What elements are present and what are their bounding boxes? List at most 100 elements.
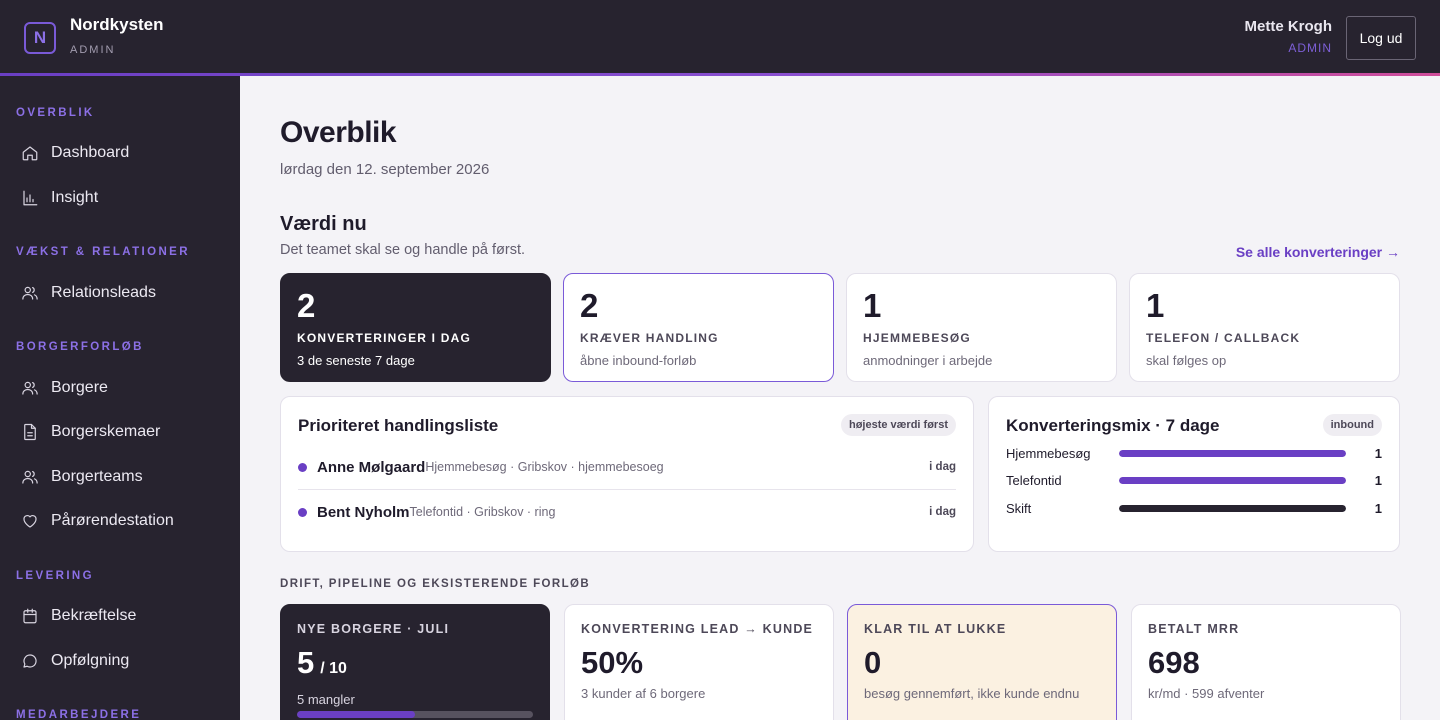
progress-bar-track	[297, 711, 533, 718]
priority-name: Bent Nyholm	[317, 503, 410, 521]
ops-label: KONVERTERING LEAD → KUNDE	[581, 622, 814, 636]
brand-name: Nordkysten	[70, 15, 164, 34]
sidebar-item-label: Relationsleads	[51, 284, 156, 301]
user-name: Mette Krogh	[1244, 18, 1333, 35]
mix-label: Hjemmebesøg	[1006, 446, 1091, 461]
ops-card-ready-to-close[interactable]: KLAR TIL AT LUKKE 0 besøg gennemført, ik…	[847, 604, 1117, 720]
bar-chart-icon	[21, 189, 39, 207]
sidebar-section-levering: LEVERING	[16, 570, 94, 582]
see-all-conversions-link[interactable]: Se alle konverteringer →	[1236, 244, 1400, 260]
ops-card-conversion-rate[interactable]: KONVERTERING LEAD → KUNDE 50% 3 kunder a…	[564, 604, 834, 720]
ops-subtext: besøg gennemført, ikke kunde endnu	[864, 686, 1080, 701]
ops-subtext: kr/md · 599 afventer	[1148, 686, 1265, 701]
ops-value: 50%	[581, 645, 644, 680]
sidebar-item-borgerskemaer[interactable]: Borgerskemaer	[16, 414, 224, 450]
mix-value: 1	[1374, 473, 1382, 488]
ops-value: 5	[297, 645, 315, 680]
mix-row: Skift 1	[1006, 499, 1382, 519]
sidebar-item-label: Borgerskemaer	[51, 423, 161, 440]
brand-role: ADMIN	[70, 44, 116, 56]
mix-bar-track	[1119, 505, 1346, 512]
chat-bubble-icon	[21, 652, 39, 670]
status-dot	[298, 507, 307, 517]
calendar-icon	[21, 607, 39, 625]
mix-value: 1	[1374, 501, 1382, 516]
sidebar-item-label: Borgerteams	[51, 468, 143, 485]
conversion-mix-badge: inbound	[1322, 414, 1382, 436]
mix-row: Telefontid 1	[1006, 471, 1382, 491]
ops-subtext: 3 kunder af 6 borgere	[581, 686, 706, 701]
priority-list-panel: Prioriteret handlingsliste højeste værdi…	[280, 396, 974, 552]
priority-meta: Telefontid · Gribskov · ring	[409, 505, 556, 519]
priority-list-title: Prioriteret handlingsliste	[298, 416, 499, 435]
logout-button[interactable]: Log ud	[1346, 16, 1416, 60]
main-content: Overblik lørdag den 12. september 2026 V…	[240, 76, 1440, 720]
sidebar-item-label: Insight	[51, 189, 99, 206]
user-role: ADMIN	[1288, 41, 1332, 55]
users-icon	[21, 468, 39, 486]
sidebar-item-bekraeftelse[interactable]: Bekræftelse	[16, 598, 224, 634]
logo[interactable]: N	[24, 22, 56, 54]
sidebar-section-overblik: OVERBLIK	[16, 107, 95, 119]
kpi-subtext: 3 de seneste 7 dage	[297, 353, 415, 368]
kpi-card-phone-callback[interactable]: 1 TELEFON / CALLBACK skal følges op	[1129, 273, 1400, 382]
kpi-value: 1	[1146, 287, 1165, 324]
priority-meta: Hjemmebesøg · Gribskov · hjemmebesoeg	[425, 460, 664, 474]
progress-bar-fill	[297, 711, 415, 718]
ops-suffix: / 10	[320, 660, 347, 677]
mix-bar-track	[1119, 450, 1346, 457]
sidebar-section-borgerforloeb: BORGERFORLØB	[16, 341, 144, 353]
priority-due: i dag	[929, 461, 956, 473]
sidebar-item-label: Dashboard	[51, 144, 130, 161]
kpi-card-conversions-today[interactable]: 2 KONVERTERINGER I DAG 3 de seneste 7 da…	[280, 273, 551, 382]
priority-sort-badge: højeste værdi først	[840, 414, 956, 436]
kpi-subtext: åbne inbound-forløb	[580, 353, 697, 368]
status-dot	[298, 462, 307, 472]
ops-label: BETALT MRR	[1148, 622, 1240, 636]
page-date: lørdag den 12. september 2026	[280, 161, 490, 178]
sidebar-item-dashboard[interactable]: Dashboard	[16, 135, 224, 171]
kpi-label: TELEFON / CALLBACK	[1146, 331, 1301, 345]
kpi-subtext: skal følges op	[1146, 353, 1227, 368]
sidebar-item-paaroerendestation[interactable]: Pårørendestation	[16, 503, 224, 539]
ops-card-new-citizens[interactable]: NYE BORGERE · JULI 5 / 10 5 mangler	[280, 604, 550, 720]
kpi-value: 2	[297, 287, 316, 324]
sidebar-item-insight[interactable]: Insight	[16, 180, 224, 216]
sidebar-section-vaekst: VÆKST & RELATIONER	[16, 246, 190, 258]
sidebar-item-label: Opfølgning	[51, 652, 130, 669]
mix-bar-fill	[1119, 450, 1346, 457]
mix-value: 1	[1374, 446, 1382, 461]
sidebar: OVERBLIK Dashboard Insight VÆKST & RELAT…	[0, 76, 240, 720]
priority-due: i dag	[929, 506, 956, 518]
ops-value: 698	[1148, 645, 1200, 680]
ops-label: KLAR TIL AT LUKKE	[864, 622, 1007, 636]
top-bar: N Nordkysten ADMIN Mette Krogh ADMIN Log…	[0, 0, 1440, 73]
section-subtitle-value: Det teamet skal se og handle på først.	[280, 242, 526, 258]
section-title-value: Værdi nu	[280, 213, 367, 235]
sidebar-item-label: Borgere	[51, 379, 108, 396]
mix-label: Skift	[1006, 501, 1032, 516]
sidebar-item-label: Bekræftelse	[51, 607, 137, 624]
conversion-mix-title: Konverteringsmix · 7 dage	[1006, 416, 1220, 435]
kpi-card-requires-action[interactable]: 2 KRÆVER HANDLING åbne inbound-forløb	[563, 273, 834, 382]
sidebar-item-borgerteams[interactable]: Borgerteams	[16, 459, 224, 495]
kpi-value: 2	[580, 287, 599, 324]
sidebar-item-relationsleads[interactable]: Relationsleads	[16, 275, 224, 311]
mix-bar-fill	[1119, 505, 1346, 512]
kpi-label: KRÆVER HANDLING	[580, 331, 719, 345]
kpi-label: HJEMMEBESØG	[863, 331, 971, 345]
page-title: Overblik	[280, 116, 397, 149]
document-icon	[21, 423, 39, 441]
ops-card-paid-mrr[interactable]: BETALT MRR 698 kr/md · 599 afventer	[1131, 604, 1401, 720]
sidebar-item-opfoelgning[interactable]: Opfølgning	[16, 643, 224, 679]
kpi-label: KONVERTERINGER I DAG	[297, 331, 472, 345]
priority-row[interactable]: Anne Mølgaard Hjemmebesøg · Gribskov · h…	[298, 445, 956, 489]
users-icon	[21, 379, 39, 397]
sidebar-item-borgere[interactable]: Borgere	[16, 370, 224, 406]
sidebar-section-medarbejdere: MEDARBEJDERE	[16, 709, 142, 720]
kpi-subtext: anmodninger i arbejde	[863, 353, 993, 368]
priority-row[interactable]: Bent Nyholm Telefontid · Gribskov · ring…	[298, 490, 956, 534]
kpi-card-home-visits[interactable]: 1 HJEMMEBESØG anmodninger i arbejde	[846, 273, 1117, 382]
heart-icon	[21, 512, 39, 530]
ops-value: 0	[864, 645, 882, 680]
